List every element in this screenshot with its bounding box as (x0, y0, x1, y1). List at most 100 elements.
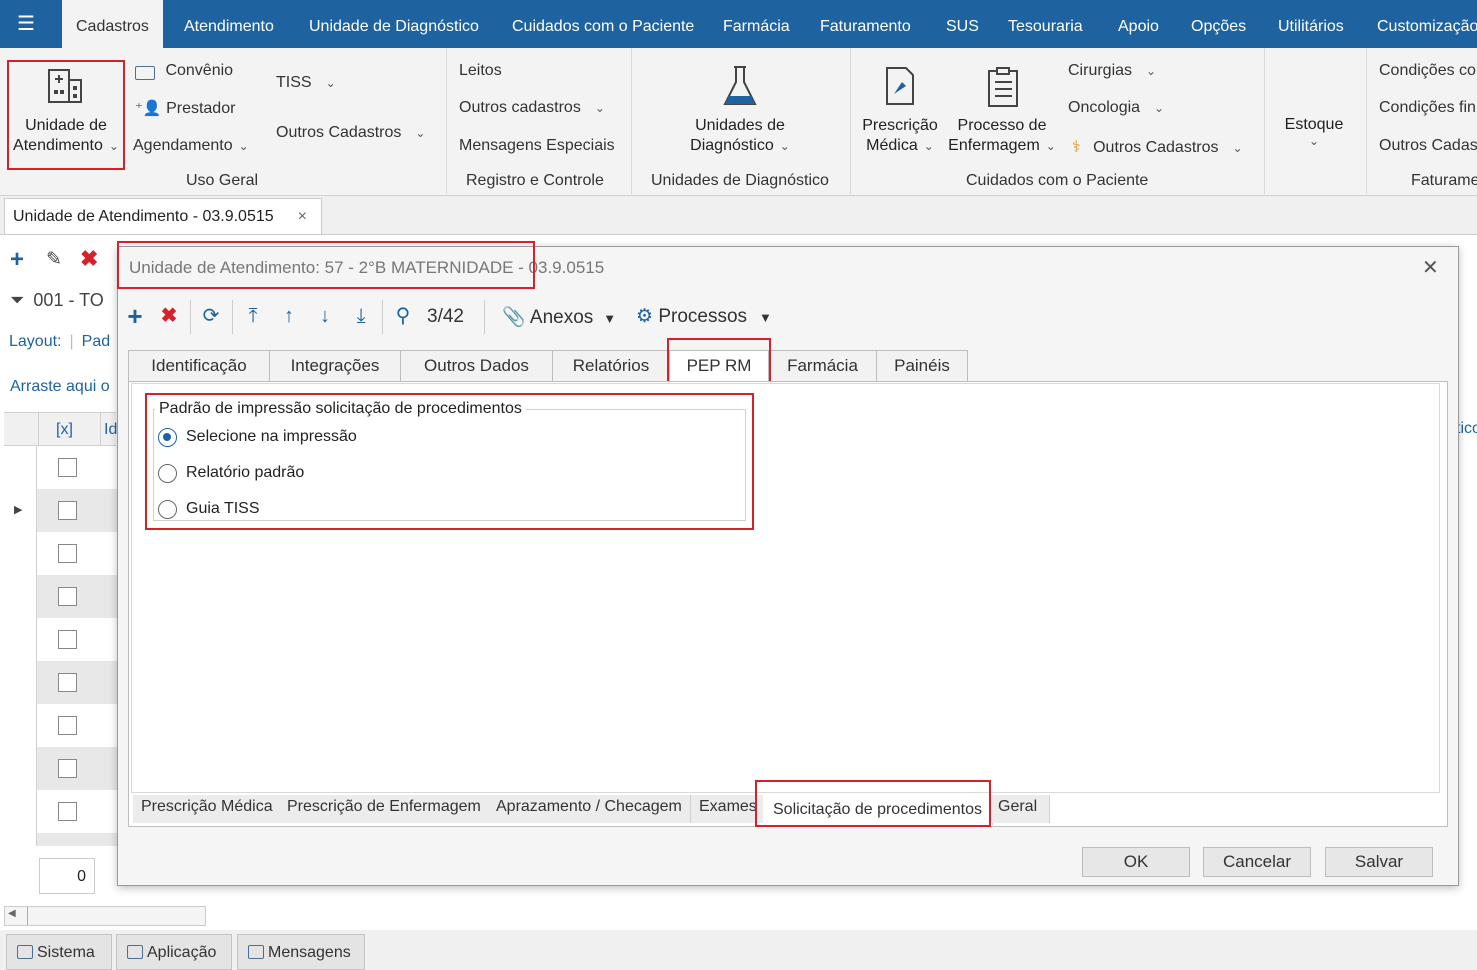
radio-label-guia[interactable]: Guia TISS (186, 500, 260, 518)
layout-row[interactable]: Layout: | Pad (9, 333, 110, 351)
filter-row[interactable]: ⏷ 001 - TO (10, 290, 104, 311)
row-checkbox[interactable] (58, 759, 77, 778)
save-button[interactable]: Salvar (1325, 847, 1433, 877)
radio-guia-tiss[interactable] (158, 500, 177, 519)
menu-cadastros[interactable]: Cadastros (62, 0, 163, 48)
next-record-icon[interactable]: ↓ (312, 296, 338, 336)
menu-sus[interactable]: SUS (946, 0, 979, 48)
tab-pep-rm[interactable]: PEP RM (669, 350, 769, 384)
subtab-prescricao-medica[interactable]: Prescrição Médica (133, 795, 282, 823)
processos-button[interactable]: ⚙ Processos ▼ (636, 305, 772, 328)
row-checkbox[interactable] (58, 458, 77, 477)
menu-utilitarios[interactable]: Utilitários (1278, 0, 1344, 48)
chevron-down-icon: ⌄ (108, 139, 119, 153)
tab-integracoes[interactable]: Integrações (269, 350, 401, 382)
status-sistema[interactable]: Sistema (6, 934, 112, 970)
menu-tesouraria[interactable]: Tesouraria (1008, 0, 1083, 48)
subtab-geral[interactable]: Geral (990, 795, 1050, 823)
close-tab-icon[interactable]: × (298, 199, 307, 235)
menu-atendimento[interactable]: Atendimento (184, 0, 274, 48)
agendamento-button[interactable]: Agendamento ⌄ (133, 137, 249, 155)
tab-outros-dados[interactable]: Outros Dados (400, 350, 553, 382)
horizontal-scrollbar[interactable]: ◀ (4, 906, 206, 926)
anexos-button[interactable]: 📎 Anexos ▼ (502, 305, 616, 329)
prescricao-medica-button[interactable]: Prescrição Médica ⌄ (858, 62, 942, 170)
groupbox-title: Padrão de impressão solicitação de proce… (155, 400, 526, 418)
condicoes-2-button[interactable]: Condições fin (1379, 99, 1476, 117)
leitos-button[interactable]: Leitos (459, 62, 502, 80)
processo-label-2: Enfermagem ⌄ (948, 137, 1056, 154)
scroll-left-icon[interactable]: ◀ (8, 908, 16, 919)
row-checkbox[interactable] (58, 544, 77, 563)
col-right-header[interactable]: tico (1456, 420, 1477, 438)
user-add-icon: ⁺👤 (135, 100, 162, 117)
cirurgias-button[interactable]: Cirurgias ⌄ (1068, 62, 1156, 80)
document-tab[interactable]: Unidade de Atendimento - 03.9.0515 × (4, 198, 322, 234)
row-checkbox[interactable] (58, 802, 77, 821)
status-mensagens[interactable]: Mensagens (237, 934, 365, 970)
mensagens-especiais-button[interactable]: Mensagens Especiais (459, 137, 615, 155)
col-select-header[interactable]: [x] (56, 421, 73, 439)
radio-selecione-impressao[interactable] (158, 428, 177, 447)
estoque-button[interactable]: Estoque ⌄ (1276, 116, 1352, 148)
processo-enfermagem-button[interactable]: Processo de Enfermagem ⌄ (946, 62, 1058, 170)
tab-relatorios[interactable]: Relatórios (552, 350, 670, 382)
search-icon[interactable]: ⚲ (390, 296, 416, 336)
radio-label-selecione[interactable]: Selecione na impressão (186, 428, 357, 446)
add-record-icon[interactable]: + (122, 296, 148, 336)
dialog-close-icon[interactable]: ✕ (1422, 255, 1439, 280)
row-checkbox[interactable] (58, 587, 77, 606)
syringe-icon: ⚕ (1072, 139, 1081, 156)
edit-icon[interactable]: ✎ (46, 248, 62, 271)
tab-identificacao[interactable]: Identificação (128, 350, 270, 382)
tiss-button[interactable]: TISS ⌄ (276, 74, 336, 92)
app-menu-icon[interactable]: ☰ (14, 12, 38, 36)
dropdown-arrow-icon: ▼ (603, 311, 617, 326)
unidade-atendimento-button[interactable]: Unidade de Atendimento ⌄ (10, 62, 122, 170)
radio-relatorio-padrao[interactable] (158, 464, 177, 483)
menu-faturamento[interactable]: Faturamento (820, 0, 911, 48)
last-record-icon[interactable]: ⤓ (348, 296, 374, 336)
delete-icon[interactable]: ✖ (80, 246, 98, 272)
prestador-button[interactable]: ⁺👤 Prestador (135, 99, 235, 118)
status-aplicacao[interactable]: Aplicação (116, 934, 232, 970)
subtab-solicitacao-procedimentos[interactable]: Solicitação de procedimentos (763, 795, 994, 825)
grid-rows (36, 446, 117, 846)
unidades-diagnostico-button[interactable]: Unidades de Diagnóstico ⌄ (660, 62, 820, 170)
subtab-aprazamento[interactable]: Aprazamento / Checagem (488, 795, 691, 823)
ribbon: Unidade de Atendimento ⌄ Convênio ⁺👤 Pres… (0, 48, 1477, 196)
row-checkbox[interactable] (58, 716, 77, 735)
previous-record-icon[interactable]: ↑ (276, 296, 302, 336)
menu-cuidados-paciente[interactable]: Cuidados com o Paciente (512, 0, 694, 48)
unidade-label-1: Unidade de (25, 117, 107, 134)
add-icon[interactable]: + (10, 246, 24, 274)
outros-cadastros-lower-button[interactable]: Outros cadastros ⌄ (459, 99, 605, 117)
menu-customizacao[interactable]: Customização (1377, 0, 1477, 48)
refresh-icon[interactable]: ⟳ (198, 296, 224, 336)
tab-farmacia[interactable]: Farmácia (768, 350, 877, 382)
oncologia-button[interactable]: Oncologia ⌄ (1068, 99, 1164, 117)
row-checkbox[interactable] (58, 501, 77, 520)
outros-cadas-button[interactable]: Outros Cadas (1379, 137, 1477, 155)
ok-button[interactable]: OK (1082, 847, 1190, 877)
cancel-button[interactable]: Cancelar (1203, 847, 1311, 877)
menu-apoio[interactable]: Apoio (1118, 0, 1159, 48)
subtab-prescricao-enfermagem[interactable]: Prescrição de Enfermagem (279, 795, 490, 823)
menu-unidade-diagnostico[interactable]: Unidade de Diagnóstico (309, 0, 479, 48)
condicoes-1-button[interactable]: Condições co (1379, 62, 1476, 80)
first-record-icon[interactable]: ⤒ (240, 296, 266, 336)
radio-label-relatorio[interactable]: Relatório padrão (186, 464, 304, 482)
subtab-exames[interactable]: Exames (691, 795, 766, 823)
unidades-diag-label-2: Diagnóstico ⌄ (690, 137, 790, 154)
chevron-down-icon: ⌄ (1308, 134, 1320, 148)
convenio-button[interactable]: Convênio (135, 62, 233, 80)
col-id-header[interactable]: Id (104, 421, 117, 439)
row-checkbox[interactable] (58, 673, 77, 692)
row-checkbox[interactable] (58, 630, 77, 649)
outros-cadastros-button-1[interactable]: Outros Cadastros ⌄ (276, 124, 425, 142)
menu-opcoes[interactable]: Opções (1191, 0, 1246, 48)
tab-paineis[interactable]: Painéis (876, 350, 968, 382)
outros-cadastros-button-2[interactable]: ⚕ Outros Cadastros ⌄ (1072, 137, 1243, 157)
delete-record-icon[interactable]: ✖ (156, 296, 182, 336)
menu-farmacia[interactable]: Farmácia (723, 0, 790, 48)
